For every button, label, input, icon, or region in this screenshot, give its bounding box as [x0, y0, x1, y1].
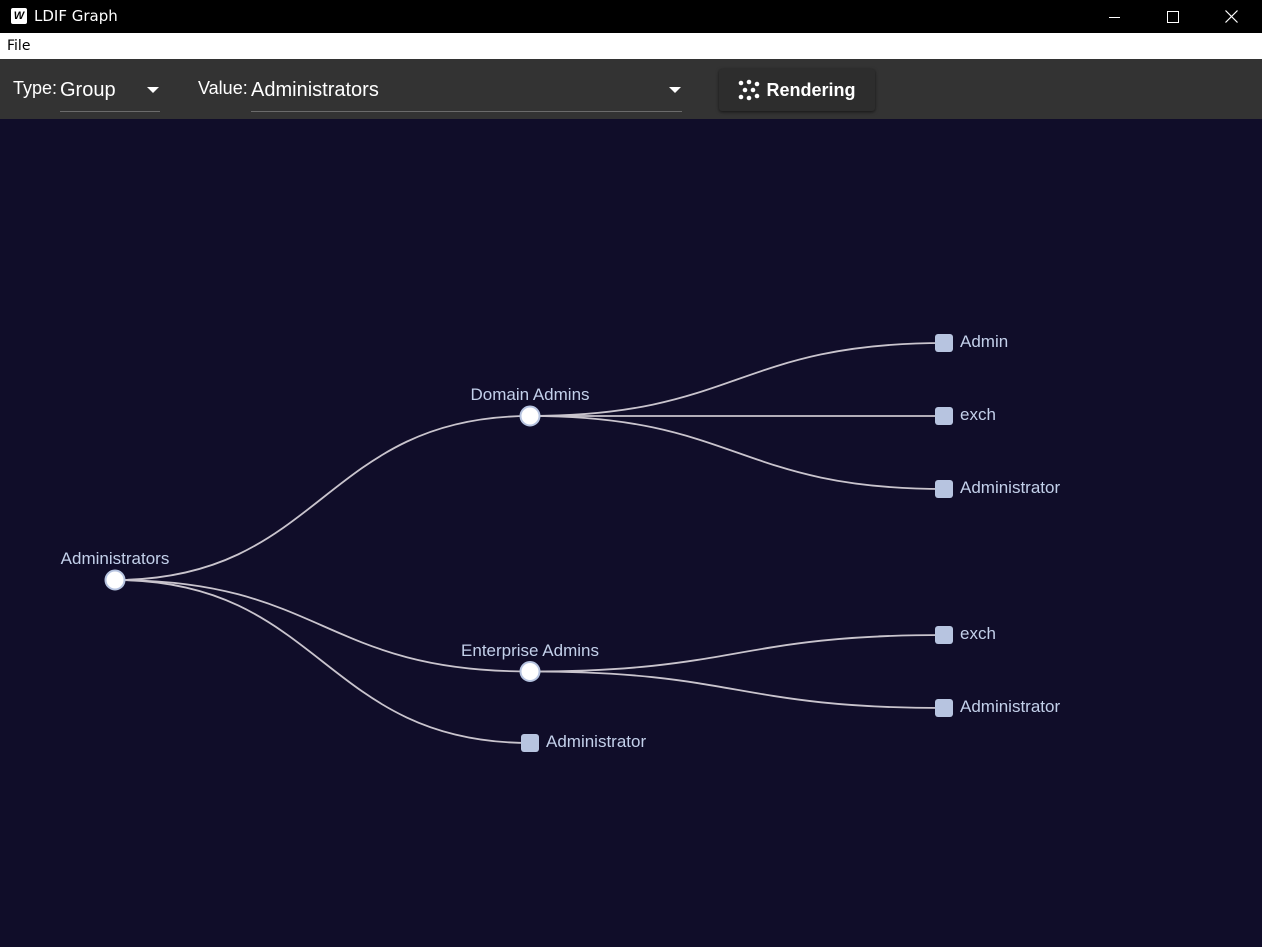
rendering-button[interactable]: Rendering: [719, 69, 875, 111]
user-node[interactable]: [935, 626, 953, 644]
close-button[interactable]: [1202, 0, 1260, 33]
toolbar: Type: Group Value: Administrators Render…: [0, 59, 1262, 119]
user-node-label: exch: [960, 405, 996, 424]
group-node-label: Administrators: [60, 549, 170, 568]
menu-bar: File: [0, 33, 1262, 60]
maximize-icon: [1167, 10, 1179, 23]
close-icon: [1224, 10, 1238, 23]
graph-link: [529, 415, 945, 490]
type-label: Type:: [13, 78, 58, 98]
type-select[interactable]: Group: [60, 71, 160, 112]
value-select-value: Administrators: [251, 79, 379, 101]
user-node[interactable]: [935, 480, 953, 498]
graph-nodes-icon: [738, 79, 760, 101]
menu-file[interactable]: File: [7, 38, 30, 54]
user-node[interactable]: [935, 699, 953, 717]
group-node[interactable]: [519, 405, 541, 427]
type-select-value: Group: [60, 79, 116, 101]
user-node-label: Administrator: [960, 697, 1061, 716]
group-node[interactable]: [519, 661, 541, 682]
graph-svg: [104, 334, 953, 752]
user-node-label: Administrator: [960, 478, 1061, 497]
value-label: Value:: [198, 78, 248, 98]
user-node-label: Admin: [960, 332, 1009, 351]
group-node-label: Enterprise Admins: [461, 640, 599, 660]
value-select[interactable]: Administrators: [251, 71, 682, 112]
window-title: LDIF Graph: [34, 7, 118, 25]
minimize-icon: [1109, 16, 1120, 18]
graph-link: [114, 579, 531, 744]
maximize-button[interactable]: [1144, 0, 1202, 33]
title-bar: W LDIF Graph: [0, 0, 1262, 33]
graph-link: [529, 670, 945, 709]
rendering-label: Rendering: [766, 79, 856, 100]
group-node-label: Domain Admins: [470, 385, 590, 404]
graph-canvas[interactable]: Administrators Domain Admins Admin exch Admi…: [0, 119, 1262, 947]
minimize-button[interactable]: [1086, 0, 1144, 33]
user-node-label: exch: [960, 624, 996, 643]
group-node[interactable]: [104, 569, 126, 591]
graph-link: [529, 342, 945, 417]
user-node[interactable]: [935, 407, 953, 425]
app-icon: W: [11, 8, 27, 24]
user-node[interactable]: [521, 734, 539, 752]
user-node[interactable]: [935, 334, 953, 352]
chevron-down-icon: [669, 87, 681, 93]
chevron-down-icon: [147, 87, 159, 93]
user-node-label: Administrator: [546, 732, 647, 751]
graph-link: [114, 415, 531, 581]
